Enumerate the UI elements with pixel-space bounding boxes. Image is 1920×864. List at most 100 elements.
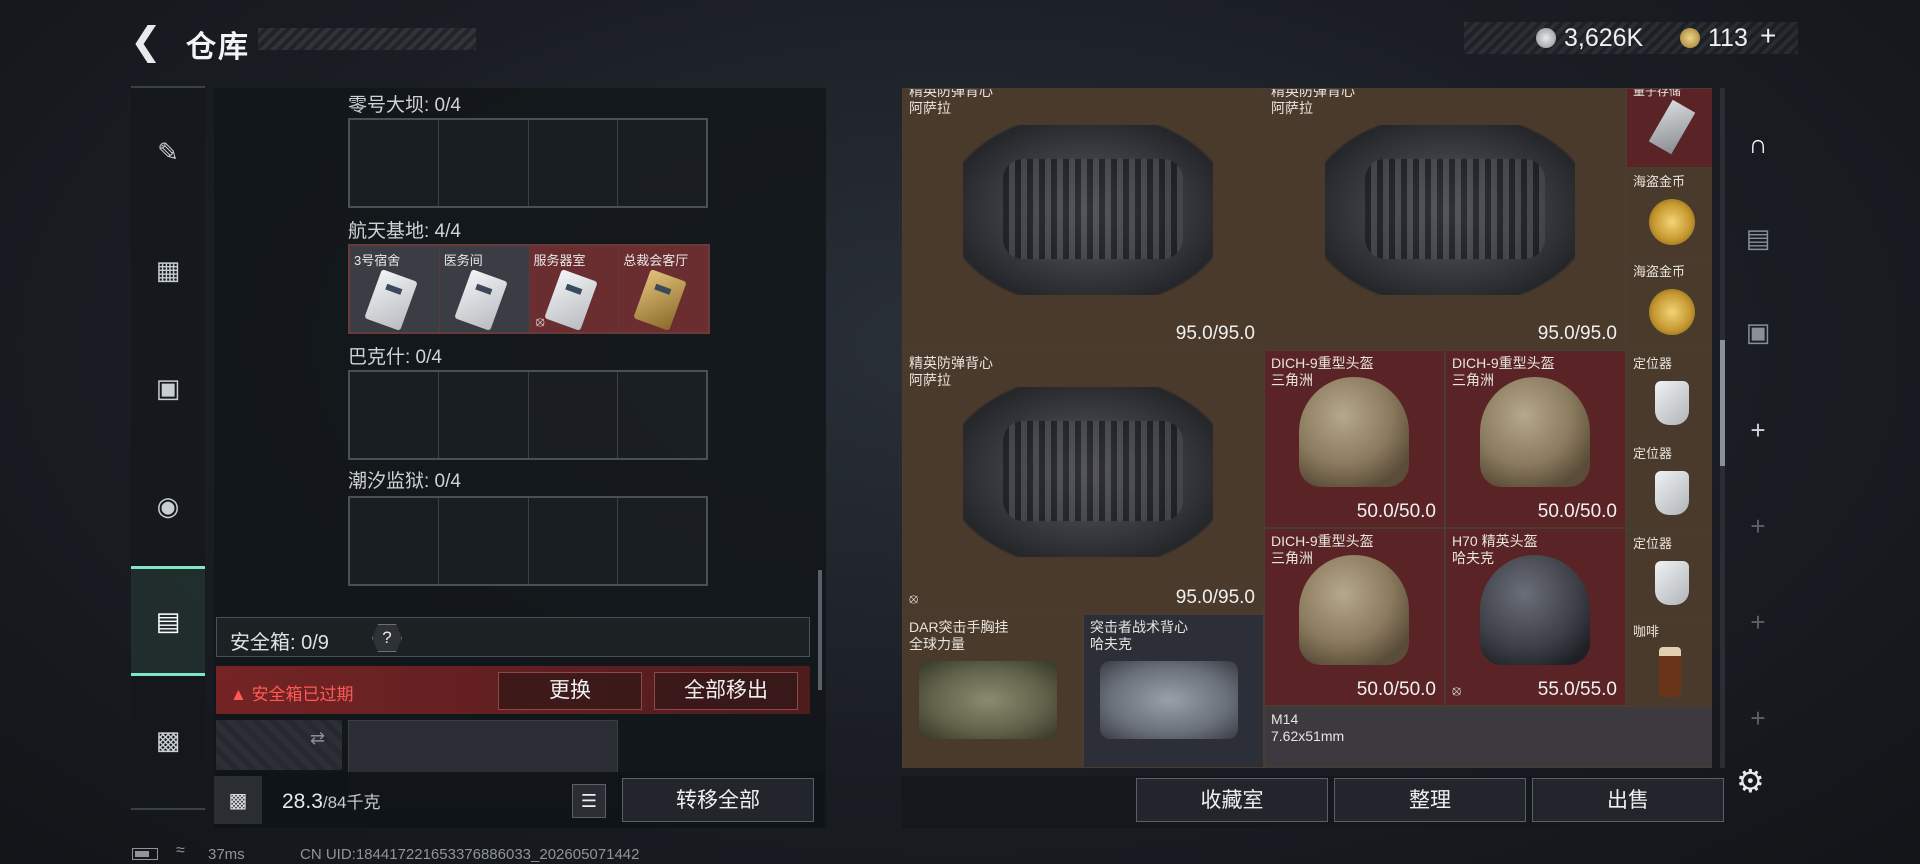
plus-icon[interactable]: + [1734, 400, 1782, 460]
vest-detail [1365, 159, 1545, 259]
move-all-out-button[interactable]: 全部移出 [654, 672, 798, 710]
ping-text: 37ms [208, 846, 245, 863]
inventory-grid: 精英防弹背心 阿萨拉 95.0/95.0 精英防弹背心 阿萨拉 95.0/95.0 … [902, 88, 1712, 768]
zone-label-bakhsh: 巴克什: 0/4 [348, 347, 442, 368]
nav-weapon[interactable]: ✎ [131, 116, 205, 188]
rig-icon: ◉ [156, 490, 180, 521]
inventory-scroll-thumb[interactable] [1720, 340, 1725, 466]
no-drop-icon: ⦻ [1452, 682, 1462, 698]
currency-silver-value: 3,626K [1564, 24, 1644, 52]
safebox-icon: ▤ [155, 605, 181, 636]
inventory-item[interactable]: H70 精英头盔 哈夫克 ⦻ 55.0/55.0 [1445, 528, 1626, 706]
zone-grid-bakhsh[interactable] [348, 370, 708, 460]
add-currency-button[interactable]: + [1760, 20, 1776, 52]
key-label: 总裁会客厅 [623, 253, 689, 268]
item-durability: 95.0/95.0 [1175, 323, 1255, 344]
inventory-item[interactable]: 咖啡 [1626, 618, 1712, 706]
item-durability: 50.0/50.0 [1356, 501, 1436, 522]
warning-text: ▲ 安全箱已过期 [230, 685, 354, 704]
tracker-icon [1655, 561, 1689, 605]
organize-button[interactable]: 整理 [1334, 778, 1526, 822]
keycard-icon [454, 269, 508, 331]
inventory-item[interactable]: DAR突击手胸挂 全球力量 [902, 614, 1083, 768]
item-name: 精英防弹背心 阿萨拉 [909, 88, 993, 116]
replace-button[interactable]: 更换 [498, 672, 642, 710]
helmet-icon [1480, 377, 1590, 487]
zone-grid-spacebase: 3号宿舍 医务间 服务器室 ⦻ 总裁会客厅 [348, 244, 710, 334]
nav-toolbox[interactable]: ▩ [131, 704, 205, 776]
vest-icon: ▦ [155, 254, 181, 285]
tracker-icon [1655, 381, 1689, 425]
item-name: 精英防弹背心 阿萨拉 [909, 355, 993, 388]
item-name: 精英防弹背心 阿萨拉 [1271, 88, 1355, 116]
inventory-item[interactable]: DICH-9重型头盔 三角洲 50.0/50.0 [1264, 350, 1445, 528]
nav-safebox[interactable]: ▤ [131, 566, 205, 676]
folder-icon[interactable]: ▤ [1734, 208, 1782, 268]
inventory-item[interactable]: 精英防弹背心 阿萨拉 ⦻ 95.0/95.0 [902, 350, 1264, 614]
inventory-item[interactable]: M14 7.62x51mm [1264, 706, 1712, 768]
item-name: 定位器 [1633, 356, 1673, 371]
gun-icon: ✎ [157, 136, 179, 167]
medkit-icon[interactable]: ▣ [1734, 302, 1782, 362]
safebox-capacity: 安全箱: 0/9 [230, 632, 329, 654]
plus-icon[interactable]: + [1734, 592, 1782, 652]
inventory-item[interactable]: 定位器 [1626, 350, 1712, 440]
inventory-item[interactable]: 精英防弹背心 阿萨拉 95.0/95.0 [902, 88, 1264, 350]
item-name: M14 7.62x51mm [1271, 711, 1345, 744]
key-label: 医务间 [443, 253, 483, 268]
inventory-item[interactable]: 突击者战术背心 哈夫克 [1083, 614, 1264, 768]
helmet-icon [1480, 555, 1590, 665]
wifi-icon: ≈ [176, 842, 185, 859]
vest-detail [1003, 159, 1183, 259]
stash-icon[interactable]: ∩ [1734, 114, 1782, 174]
vest-detail [1003, 421, 1183, 521]
plus-icon[interactable]: + [1734, 496, 1782, 556]
nav-backpack[interactable]: ▣ [131, 352, 205, 424]
gear-icon[interactable]: ⚙ [1736, 762, 1765, 800]
plus-icon[interactable]: + [1734, 688, 1782, 748]
item-name: 咖啡 [1633, 624, 1660, 639]
zone-grid-dam[interactable] [348, 118, 708, 208]
zone-label-dam: 零号大坝: 0/4 [348, 95, 461, 116]
sell-button[interactable]: 出售 [1532, 778, 1724, 822]
item-name: 定位器 [1633, 536, 1673, 551]
tracker-icon [1655, 471, 1689, 515]
nav-chest-rig[interactable]: ◉ [131, 470, 205, 542]
zone-grid-prison[interactable] [348, 496, 708, 586]
no-drop-icon: ⦻ [909, 590, 919, 606]
inventory-item[interactable]: 定位器 [1626, 530, 1712, 618]
inventory-item[interactable]: DICH-9重型头盔 三角洲 50.0/50.0 [1264, 528, 1445, 706]
key-label: 3号宿舍 [354, 253, 401, 268]
backpack-icon: ▣ [155, 372, 181, 403]
inventory-item[interactable]: 精英防弹背心 阿萨拉 95.0/95.0 [1264, 88, 1626, 350]
chest-rig-icon [919, 661, 1057, 739]
collection-room-button[interactable]: 收藏室 [1136, 778, 1328, 822]
key-slot[interactable]: 3号宿舍 [350, 246, 440, 332]
swap-icon[interactable]: ⇄ [310, 728, 325, 749]
gold-coin-icon [1680, 28, 1700, 48]
inventory-item[interactable]: 海盗金币 [1626, 168, 1712, 258]
key-slot[interactable]: 总裁会客厅 [619, 246, 708, 332]
help-icon[interactable]: ? [372, 624, 402, 652]
inventory-item[interactable]: 量子存储 [1626, 88, 1712, 168]
category-sidebar [131, 86, 205, 810]
nav-armor[interactable]: ▦ [131, 234, 205, 306]
inventory-item[interactable]: DICH-9重型头盔 三角洲 50.0/50.0 [1445, 350, 1626, 528]
key-slot[interactable]: 医务间 [439, 246, 530, 332]
transfer-all-button[interactable]: 转移全部 [622, 778, 814, 822]
zone-label-spacebase: 航天基地: 4/4 [348, 221, 461, 242]
item-durability: 50.0/50.0 [1537, 501, 1617, 522]
inventory-item[interactable]: 海盗金币 [1626, 258, 1712, 350]
key-slot[interactable]: 服务器室 ⦻ [529, 246, 620, 332]
inventory-item[interactable]: 定位器 [1626, 440, 1712, 530]
gold-coin-icon [1649, 289, 1695, 335]
back-icon[interactable]: ❮ [130, 23, 166, 61]
toolbox-icon: ▩ [155, 724, 181, 755]
list-icon[interactable]: ☰ [572, 784, 606, 818]
keycard-icon [364, 269, 418, 331]
silver-coin-icon [1536, 28, 1556, 48]
item-name: 海盗金币 [1633, 174, 1686, 189]
item-name: 量子存储 [1633, 88, 1682, 98]
currency-gold-value: 113 [1708, 24, 1748, 52]
panel-scrollbar[interactable] [818, 570, 822, 690]
